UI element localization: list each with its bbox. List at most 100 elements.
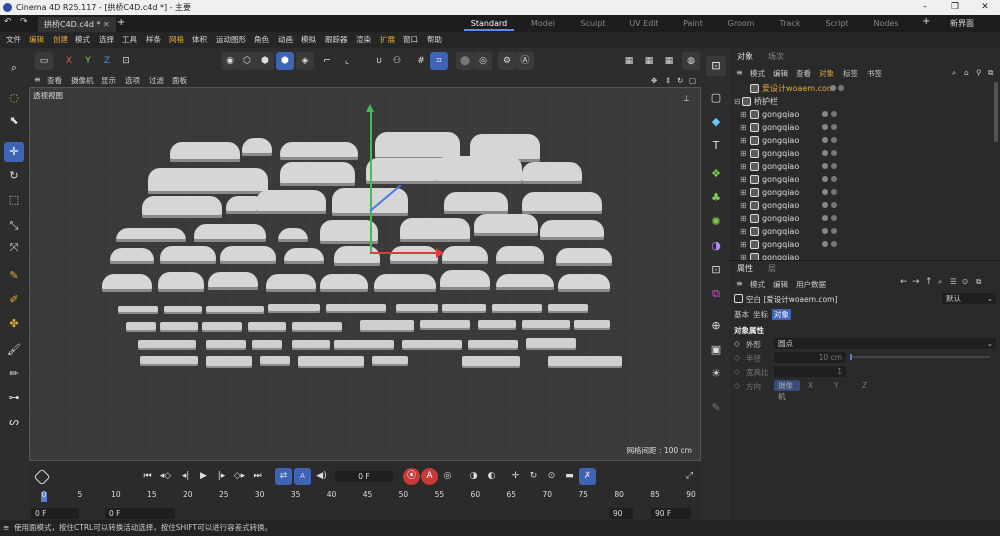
light-icon[interactable]: ☀ bbox=[706, 364, 726, 384]
menu-create[interactable]: 创建 bbox=[53, 32, 68, 48]
menu-character[interactable]: 角色 bbox=[254, 32, 269, 48]
x-arrow-icon[interactable] bbox=[436, 248, 444, 258]
bend-icon[interactable]: ᔕ bbox=[4, 412, 24, 432]
cube-icon[interactable]: ◆ bbox=[706, 112, 726, 132]
next-frame-icon[interactable]: |▸ bbox=[213, 468, 230, 485]
viewport-menu-filter[interactable]: 过滤 bbox=[149, 74, 164, 87]
layout-tab-nodes[interactable]: Nodes bbox=[861, 17, 911, 31]
record-icon[interactable]: ⦿ bbox=[403, 468, 420, 485]
end-frame-field[interactable]: 90 F bbox=[651, 508, 691, 519]
new-window-icon[interactable]: ⧉ bbox=[976, 277, 981, 287]
new-ui-toggle[interactable]: 新界面 bbox=[950, 18, 974, 29]
magnet-icon[interactable]: ∪ bbox=[370, 52, 388, 70]
close-button[interactable]: ✕ bbox=[970, 0, 1000, 15]
tab-attributes[interactable]: 属性 bbox=[737, 263, 753, 274]
list-item[interactable]: ⊟ 桥护栏 bbox=[730, 95, 992, 108]
transform-tool-icon[interactable]: ⤡ bbox=[4, 216, 24, 236]
undo-icon[interactable]: ↶ bbox=[4, 17, 12, 27]
forward-arrow-icon[interactable]: → bbox=[912, 277, 920, 287]
x-axis-handle[interactable] bbox=[370, 252, 440, 254]
deformer-icon[interactable]: ◑ bbox=[706, 236, 726, 256]
pin-icon[interactable]: ⊙ bbox=[962, 277, 968, 286]
paint-brush-icon[interactable]: 🖌 bbox=[4, 340, 24, 360]
minimize-button[interactable]: – bbox=[910, 0, 940, 15]
spline-pen-icon[interactable]: ✎ bbox=[4, 266, 24, 286]
uv-mode-icon[interactable]: ◈ bbox=[296, 52, 314, 70]
keyframe-selection-icon[interactable]: ◎ bbox=[439, 468, 456, 485]
list-item[interactable]: ⊞ gongqiao bbox=[730, 108, 992, 121]
target-icon[interactable]: ◎ bbox=[474, 52, 492, 70]
list-item[interactable]: ⊞ gongqiao bbox=[730, 160, 992, 173]
grid-snap-icon[interactable]: # bbox=[412, 52, 430, 70]
viewport-menu-view[interactable]: 查看 bbox=[47, 74, 62, 87]
subdivision-icon[interactable]: ❖ bbox=[706, 164, 726, 184]
document-tab[interactable]: 拱桥C4D.c4d * ✕ bbox=[38, 17, 116, 32]
obj-menu-view[interactable]: 查看 bbox=[796, 68, 811, 79]
menu-extensions[interactable]: 扩展 bbox=[380, 32, 395, 48]
sphere-icon[interactable]: ◍ bbox=[682, 52, 700, 70]
quantize-icon[interactable]: ⌗ bbox=[430, 52, 448, 70]
menu-help[interactable]: 帮助 bbox=[427, 32, 442, 48]
key-param-icon[interactable]: ⊙ bbox=[543, 468, 560, 485]
menu-edit[interactable]: 编辑 bbox=[29, 32, 44, 48]
scrollbar[interactable] bbox=[994, 82, 998, 142]
layout-tab-sculpt[interactable]: Sculpt bbox=[568, 17, 618, 31]
orbit-icon[interactable]: ↻ bbox=[677, 74, 683, 87]
search-icon[interactable]: ⌕ bbox=[4, 58, 24, 78]
menu-file[interactable]: 文件 bbox=[6, 32, 21, 48]
pan-icon[interactable]: ✥ bbox=[651, 74, 657, 87]
obj-menu-object[interactable]: 对象 bbox=[819, 68, 834, 79]
go-to-start-icon[interactable]: ⏮ bbox=[139, 468, 156, 485]
aspect-ratio-field[interactable]: 1 bbox=[774, 366, 846, 377]
menu-mode[interactable]: 模式 bbox=[75, 32, 90, 48]
spline-brush-icon[interactable]: ✐ bbox=[4, 290, 24, 310]
camera-icon[interactable]: ▣ bbox=[706, 340, 726, 360]
bridge-models[interactable] bbox=[30, 88, 702, 462]
move-tool-icon[interactable]: ✛ bbox=[4, 142, 24, 162]
coordinate-system-icon[interactable]: ⊡ bbox=[117, 52, 135, 70]
spline-rect-icon[interactable]: ▢ bbox=[706, 88, 726, 108]
layout-tab-paint[interactable]: Paint bbox=[668, 17, 718, 31]
snap-icon[interactable]: ⌐ bbox=[318, 52, 336, 70]
layout-tab-groom[interactable]: Groom bbox=[716, 17, 766, 31]
axis-tool-icon[interactable]: ⤧ bbox=[4, 238, 24, 258]
obj-menu-edit[interactable]: 编辑 bbox=[773, 68, 788, 79]
volume-icon[interactable]: ⧉ bbox=[706, 284, 726, 304]
layout-tab-track[interactable]: Track bbox=[765, 17, 815, 31]
menu-tracker[interactable]: 跟踪器 bbox=[325, 32, 348, 48]
play-icon[interactable]: ▶ bbox=[195, 468, 212, 485]
filter-icon[interactable]: ⚲ bbox=[976, 68, 982, 77]
attr-menu-edit[interactable]: 编辑 bbox=[773, 279, 788, 290]
render-view-icon[interactable]: ▦ bbox=[620, 52, 638, 70]
menu-select[interactable]: 选择 bbox=[99, 32, 114, 48]
list-item[interactable]: ⊞ gongqiao bbox=[730, 134, 992, 147]
redo-icon[interactable]: ↷ bbox=[20, 17, 28, 27]
attr-menu-mode[interactable]: 模式 bbox=[750, 279, 765, 290]
subtab-object[interactable]: 对象 bbox=[772, 309, 791, 320]
rotate-tool-icon[interactable]: ↻ bbox=[4, 166, 24, 186]
hamburger-icon[interactable]: ≡ bbox=[34, 75, 41, 84]
lock-icon[interactable]: ☰ bbox=[950, 277, 957, 286]
hamburger-icon[interactable]: ≡ bbox=[736, 68, 743, 77]
layout-tab-standard[interactable]: Standard bbox=[464, 17, 514, 31]
live-selection-icon[interactable]: ◌ bbox=[4, 88, 24, 108]
orientation-camera-button[interactable]: 摄像机 bbox=[774, 380, 800, 401]
preview-end-field[interactable]: 90 F bbox=[609, 508, 633, 529]
frame-ruler[interactable]: 0 5 10 15 20 25 30 35 40 45 50 55 60 65 70 75 80 85 90 bbox=[29, 490, 701, 505]
maximize-button[interactable]: ❐ bbox=[940, 0, 970, 15]
next-key-icon[interactable]: ◇▸ bbox=[231, 468, 248, 485]
obj-menu-bookmarks[interactable]: 书签 bbox=[867, 68, 882, 79]
home-icon[interactable]: ⌂ bbox=[964, 68, 969, 77]
measure-icon[interactable]: ⊶ bbox=[4, 388, 24, 408]
sketch-icon[interactable]: ✤ bbox=[4, 314, 24, 334]
viewport-menu-display[interactable]: 显示 bbox=[101, 74, 116, 87]
up-arrow-icon[interactable]: ↑ bbox=[925, 277, 933, 287]
search-icon[interactable]: ⌕ bbox=[952, 68, 956, 78]
key-pla-icon[interactable]: ▬ bbox=[561, 468, 578, 485]
attr-menu-userdata[interactable]: 用户数据 bbox=[796, 279, 826, 290]
axis-x-icon[interactable]: X bbox=[60, 52, 78, 70]
orientation-z-button[interactable]: Z bbox=[862, 381, 867, 390]
hamburger-icon[interactable]: ≡ bbox=[736, 279, 743, 288]
current-frame-field[interactable]: 0 F bbox=[335, 471, 393, 482]
layout-tab-script[interactable]: Script bbox=[812, 17, 862, 31]
